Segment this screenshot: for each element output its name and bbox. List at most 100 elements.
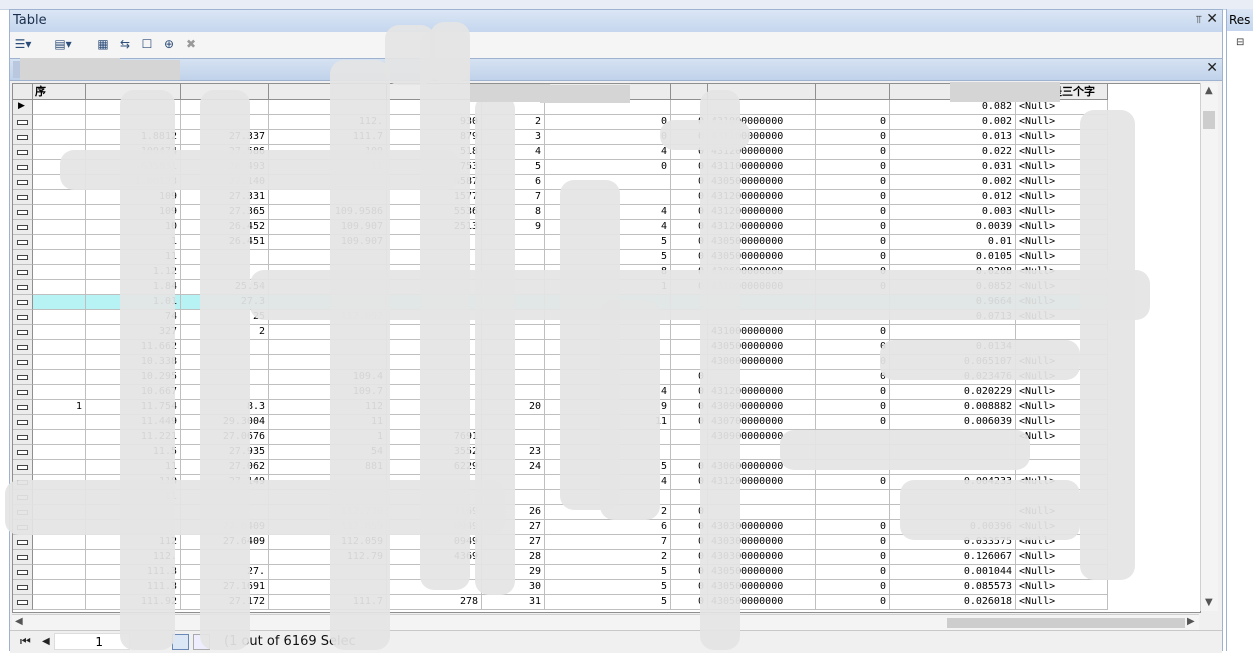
table-cell[interactable]: 0 xyxy=(816,220,890,235)
table-cell[interactable] xyxy=(890,325,1016,340)
scroll-right-icon[interactable]: ▶ xyxy=(1187,616,1195,627)
table-cell[interactable] xyxy=(33,415,86,430)
table-cell[interactable]: 0 xyxy=(816,130,890,145)
table-cell[interactable]: 0 xyxy=(816,415,890,430)
table-cell[interactable]: 0.031 xyxy=(890,160,1016,175)
table-cell[interactable]: 0.013 xyxy=(890,130,1016,145)
table-cell[interactable] xyxy=(33,115,86,130)
table-cell[interactable]: 0 xyxy=(545,130,671,145)
table-cell[interactable] xyxy=(33,280,86,295)
scroll-down-icon[interactable]: ▼ xyxy=(1205,597,1213,608)
table-cell[interactable]: <Null> xyxy=(1016,580,1108,595)
row-selector[interactable] xyxy=(13,295,33,310)
table-cell[interactable]: 0.002 xyxy=(890,175,1016,190)
table-cell[interactable]: 0 xyxy=(816,175,890,190)
table-cell[interactable]: 0 xyxy=(816,160,890,175)
table-cell[interactable]: 2 xyxy=(545,550,671,565)
vertical-scroll-thumb[interactable] xyxy=(1203,111,1215,129)
table-cell[interactable]: 0.0039 xyxy=(890,220,1016,235)
row-selector[interactable] xyxy=(13,145,33,160)
table-cell[interactable]: 0.002 xyxy=(890,115,1016,130)
table-cell[interactable]: 0 xyxy=(816,400,890,415)
table-options-icon[interactable]: ☰▾ xyxy=(14,36,32,53)
row-selector[interactable] xyxy=(13,535,33,550)
table-cell[interactable] xyxy=(33,535,86,550)
related-tables-icon[interactable]: ▤▾ xyxy=(54,36,72,53)
table-cell[interactable] xyxy=(33,325,86,340)
row-selector[interactable] xyxy=(13,190,33,205)
table-cell[interactable]: 0 xyxy=(816,370,890,385)
table-cell[interactable]: 0 xyxy=(816,565,890,580)
row-selector[interactable] xyxy=(13,595,33,610)
table-cell[interactable] xyxy=(33,190,86,205)
table-cell[interactable]: 1 xyxy=(33,400,86,415)
table-cell[interactable]: 0.0105 xyxy=(890,250,1016,265)
table-cell[interactable]: 0 xyxy=(816,385,890,400)
vertical-scrollbar[interactable]: ▲ ▼ xyxy=(1200,83,1218,611)
row-selector[interactable] xyxy=(13,385,33,400)
table-cell[interactable] xyxy=(33,130,86,145)
column-header-1[interactable]: 序 xyxy=(33,84,86,100)
table-cell[interactable]: 4 xyxy=(545,145,671,160)
row-selector[interactable] xyxy=(13,130,33,145)
table-cell[interactable] xyxy=(33,355,86,370)
tab-close-icon[interactable]: ✕ xyxy=(1206,60,1218,76)
table-row[interactable]: 112.112.794369282043030000000000.126067<… xyxy=(13,550,1158,565)
table-cell[interactable]: 0 xyxy=(816,595,890,610)
table-cell[interactable]: 278 xyxy=(387,595,482,610)
horizontal-scroll-thumb[interactable] xyxy=(947,618,1185,628)
table-cell[interactable]: 0 xyxy=(816,355,890,370)
table-row[interactable]: 112.93020043100000000000.002<Null> xyxy=(13,115,1158,130)
table-cell[interactable] xyxy=(33,235,86,250)
column-header-10[interactable] xyxy=(816,84,890,100)
table-cell[interactable]: 5 xyxy=(545,565,671,580)
table-cell[interactable]: 0 xyxy=(816,520,890,535)
table-cell[interactable]: 0 xyxy=(816,145,890,160)
header-row-selector[interactable] xyxy=(13,84,33,100)
table-cell[interactable]: 0.082 xyxy=(890,100,1016,115)
previous-record-icon[interactable]: ◀ xyxy=(42,636,50,647)
table-cell[interactable] xyxy=(33,250,86,265)
row-selector[interactable] xyxy=(13,550,33,565)
table-cell[interactable]: 0.01 xyxy=(890,235,1016,250)
table-cell[interactable] xyxy=(33,220,86,235)
table-cell[interactable]: 0.012 xyxy=(890,190,1016,205)
scroll-up-icon[interactable]: ▲ xyxy=(1205,85,1213,96)
row-selector[interactable] xyxy=(13,445,33,460)
first-record-icon[interactable]: ⏮ xyxy=(20,634,31,649)
table-cell[interactable]: 0 xyxy=(816,325,890,340)
table-cell[interactable]: 0.020229 xyxy=(890,385,1016,400)
table-cell[interactable]: 31 xyxy=(482,595,545,610)
row-selector[interactable] xyxy=(13,220,33,235)
row-selector[interactable] xyxy=(13,400,33,415)
table-cell[interactable]: 0 xyxy=(816,340,890,355)
table-cell[interactable]: 0 xyxy=(545,115,671,130)
table-cell[interactable] xyxy=(33,370,86,385)
table-cell[interactable]: 0.126067 xyxy=(890,550,1016,565)
row-selector[interactable] xyxy=(13,580,33,595)
table-cell[interactable]: 0.026018 xyxy=(890,595,1016,610)
table-row[interactable]: 1.881227.337111.787930043110000000000.01… xyxy=(13,130,1158,145)
tree-collapse-icon[interactable]: ⊟ xyxy=(1236,37,1244,48)
table-cell[interactable] xyxy=(33,460,86,475)
clear-selection-icon[interactable]: ☐ xyxy=(138,36,156,53)
table-cell[interactable] xyxy=(33,430,86,445)
row-selector[interactable] xyxy=(13,115,33,130)
scroll-left-icon[interactable]: ◀ xyxy=(15,616,23,627)
table-cell[interactable]: 5 xyxy=(545,580,671,595)
table-cell[interactable]: <Null> xyxy=(1016,595,1108,610)
table-cell[interactable] xyxy=(33,340,86,355)
switch-selection-icon[interactable]: ⇆ xyxy=(116,36,134,53)
row-selector[interactable] xyxy=(13,430,33,445)
row-selector[interactable] xyxy=(13,175,33,190)
table-cell[interactable]: 0.006039 xyxy=(890,415,1016,430)
row-selector[interactable] xyxy=(13,370,33,385)
table-cell[interactable]: 0 xyxy=(816,205,890,220)
table-cell[interactable]: 0.001044 xyxy=(890,565,1016,580)
table-cell[interactable] xyxy=(33,565,86,580)
row-selector[interactable] xyxy=(13,280,33,295)
table-row[interactable]: 111.9227.172111.7278315043050000000000.0… xyxy=(13,595,1158,610)
table-cell[interactable]: 0.085573 xyxy=(890,580,1016,595)
select-by-attributes-icon[interactable]: ▦ xyxy=(94,36,112,53)
table-cell[interactable]: 0.008882 xyxy=(890,400,1016,415)
